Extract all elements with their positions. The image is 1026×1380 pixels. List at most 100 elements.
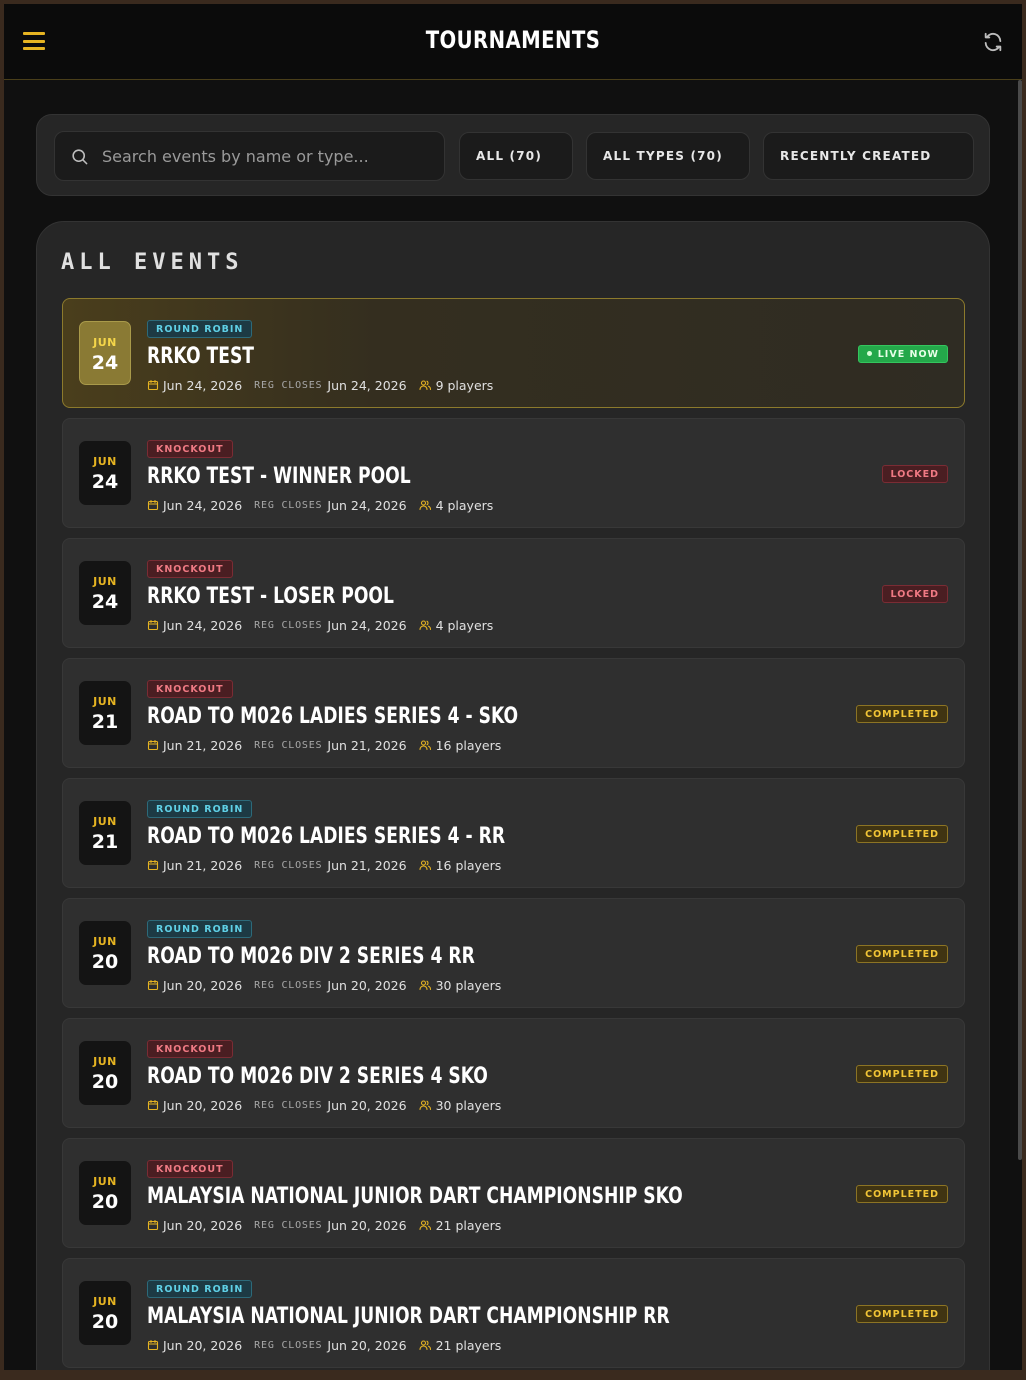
event-card[interactable]: JUN 24 ROUND ROBIN RRKO TEST Jun 24, 2026 REG…: [62, 298, 965, 408]
live-dot-icon: [866, 351, 872, 356]
status-badge: COMPLETED: [856, 705, 948, 723]
event-card[interactable]: JUN 21 KNOCKOUT ROAD TO M026 LADIES SERIES …: [62, 658, 965, 768]
reg-closes-date: Jun 24, 2026: [327, 497, 407, 513]
event-meta: Jun 20, 2026 REG CLOSES Jun 20, 2026 21 pla…: [147, 1217, 501, 1233]
date-box: JUN 24: [79, 321, 131, 385]
reg-closes-date: Jun 21, 2026: [327, 857, 407, 873]
players-icon: [419, 1100, 431, 1111]
hamburger-menu-icon[interactable]: [23, 31, 45, 51]
event-type-badge: KNOCKOUT: [147, 680, 233, 698]
event-month: JUN: [93, 575, 117, 588]
date-box: JUN 20: [79, 1161, 131, 1225]
calendar-icon: [147, 859, 159, 871]
event-meta: Jun 24, 2026 REG CLOSES Jun 24, 2026 9 play…: [147, 377, 493, 393]
event-date: Jun 20, 2026: [163, 1337, 243, 1353]
calendar-icon: [147, 379, 159, 391]
event-day: 20: [91, 951, 119, 973]
date-box: JUN 20: [79, 921, 131, 985]
reg-closes-date: Jun 24, 2026: [327, 377, 407, 393]
event-card[interactable]: JUN 24 KNOCKOUT RRKO TEST - LOSER POOL Jun 2…: [62, 538, 965, 648]
event-card[interactable]: JUN 20 ROUND ROBIN MALAYSIA NATIONAL JUNIOR…: [62, 1258, 965, 1368]
event-month: JUN: [93, 455, 117, 468]
event-name: MALAYSIA NATIONAL JUNIOR DART CHAMPIONSH…: [147, 1184, 683, 1209]
player-count: 16 players: [435, 737, 502, 753]
scrollbar[interactable]: [1018, 80, 1022, 1160]
reg-closes-date: Jun 20, 2026: [327, 1097, 407, 1113]
event-month: JUN: [93, 1295, 117, 1308]
event-type-badge: KNOCKOUT: [147, 1160, 233, 1178]
event-meta: Jun 20, 2026 REG CLOSES Jun 20, 2026 30 pla…: [147, 977, 501, 993]
status-badge: LOCKED: [881, 465, 948, 483]
calendar-icon: [147, 1099, 159, 1111]
player-count: 9 players: [435, 377, 494, 393]
reg-closes-label: REG CLOSES: [254, 1339, 323, 1351]
players-icon: [419, 380, 431, 391]
event-day: 20: [91, 1071, 119, 1093]
player-count: 21 players: [435, 1337, 502, 1353]
event-type-badge: KNOCKOUT: [147, 1040, 233, 1058]
players-icon: [419, 1220, 431, 1231]
event-name: MALAYSIA NATIONAL JUNIOR DART CHAMPIONSH…: [147, 1304, 670, 1329]
status-label: LOCKED: [890, 469, 939, 480]
status-label: COMPLETED: [865, 1189, 939, 1200]
reg-closes-label: REG CLOSES: [254, 499, 323, 511]
player-count: 30 players: [435, 1097, 502, 1113]
event-card[interactable]: JUN 24 KNOCKOUT RRKO TEST - WINNER POOL Jun …: [62, 418, 965, 528]
event-day: 20: [91, 1311, 119, 1333]
status-label: COMPLETED: [865, 709, 939, 720]
event-name: RRKO TEST: [147, 344, 255, 369]
event-meta: Jun 24, 2026 REG CLOSES Jun 24, 2026 4 play…: [147, 617, 493, 633]
reg-closes-label: REG CLOSES: [254, 1099, 323, 1111]
status-filter-button[interactable]: ALL (70): [459, 132, 573, 180]
type-filter-button[interactable]: ALL TYPES (70): [586, 132, 750, 180]
event-meta: Jun 21, 2026 REG CLOSES Jun 21, 2026 16 pla…: [147, 857, 501, 873]
reg-closes-label: REG CLOSES: [254, 1219, 323, 1231]
status-label: LIVE NOW: [877, 349, 939, 360]
event-card[interactable]: JUN 20 KNOCKOUT ROAD TO M026 DIV 2 SERIES 4…: [62, 1018, 965, 1128]
players-icon: [419, 980, 431, 991]
player-count: 21 players: [435, 1217, 502, 1233]
date-box: JUN 20: [79, 1281, 131, 1345]
event-day: 24: [91, 352, 119, 374]
calendar-icon: [147, 1339, 159, 1351]
event-day: 24: [91, 471, 119, 493]
reg-closes-label: REG CLOSES: [254, 619, 323, 631]
event-name: RRKO TEST - WINNER POOL: [147, 464, 411, 489]
calendar-icon: [147, 979, 159, 991]
event-card[interactable]: JUN 20 ROUND ROBIN ROAD TO M026 DIV 2 SERIE…: [62, 898, 965, 1008]
event-meta: Jun 20, 2026 REG CLOSES Jun 20, 2026 30 pla…: [147, 1097, 501, 1113]
event-card[interactable]: JUN 20 KNOCKOUT MALAYSIA NATIONAL JUNIOR DA…: [62, 1138, 965, 1248]
event-meta: Jun 24, 2026 REG CLOSES Jun 24, 2026 4 play…: [147, 497, 493, 513]
event-card[interactable]: JUN 21 ROUND ROBIN ROAD TO M026 LADIES SERI…: [62, 778, 965, 888]
event-date: Jun 20, 2026: [163, 1097, 243, 1113]
event-month: JUN: [93, 815, 117, 828]
events-panel: ALL EVENTS JUN 24 ROUND ROBIN RRKO TEST Jun …: [36, 221, 990, 1370]
status-label: COMPLETED: [865, 829, 939, 840]
reg-closes-date: Jun 24, 2026: [327, 617, 407, 633]
event-type-badge: ROUND ROBIN: [147, 320, 253, 338]
page-title: TOURNAMENTS: [425, 26, 601, 54]
filter-panel: ALL (70) ALL TYPES (70) RECENTLY CREATED: [36, 114, 990, 196]
reg-closes-label: REG CLOSES: [254, 859, 323, 871]
sort-button[interactable]: RECENTLY CREATED: [763, 132, 974, 180]
player-count: 4 players: [435, 617, 494, 633]
event-month: JUN: [93, 1055, 117, 1068]
event-day: 21: [91, 831, 119, 853]
calendar-icon: [147, 739, 159, 751]
players-icon: [419, 1340, 431, 1351]
status-badge: COMPLETED: [856, 825, 948, 843]
player-count: 4 players: [435, 497, 494, 513]
date-box: JUN 21: [79, 801, 131, 865]
refresh-icon[interactable]: [982, 31, 1004, 53]
search-input[interactable]: [102, 132, 432, 180]
event-name: ROAD TO M026 LADIES SERIES 4 - RR: [147, 824, 506, 849]
search-icon: [72, 149, 88, 165]
status-badge: COMPLETED: [856, 1185, 948, 1203]
status-label: COMPLETED: [865, 1309, 939, 1320]
status-label: COMPLETED: [865, 949, 939, 960]
status-label: LOCKED: [890, 589, 939, 600]
event-name: ROAD TO M026 DIV 2 SERIES 4 RR: [147, 944, 475, 969]
search-box: [54, 131, 445, 181]
reg-closes-date: Jun 21, 2026: [327, 737, 407, 753]
calendar-icon: [147, 619, 159, 631]
